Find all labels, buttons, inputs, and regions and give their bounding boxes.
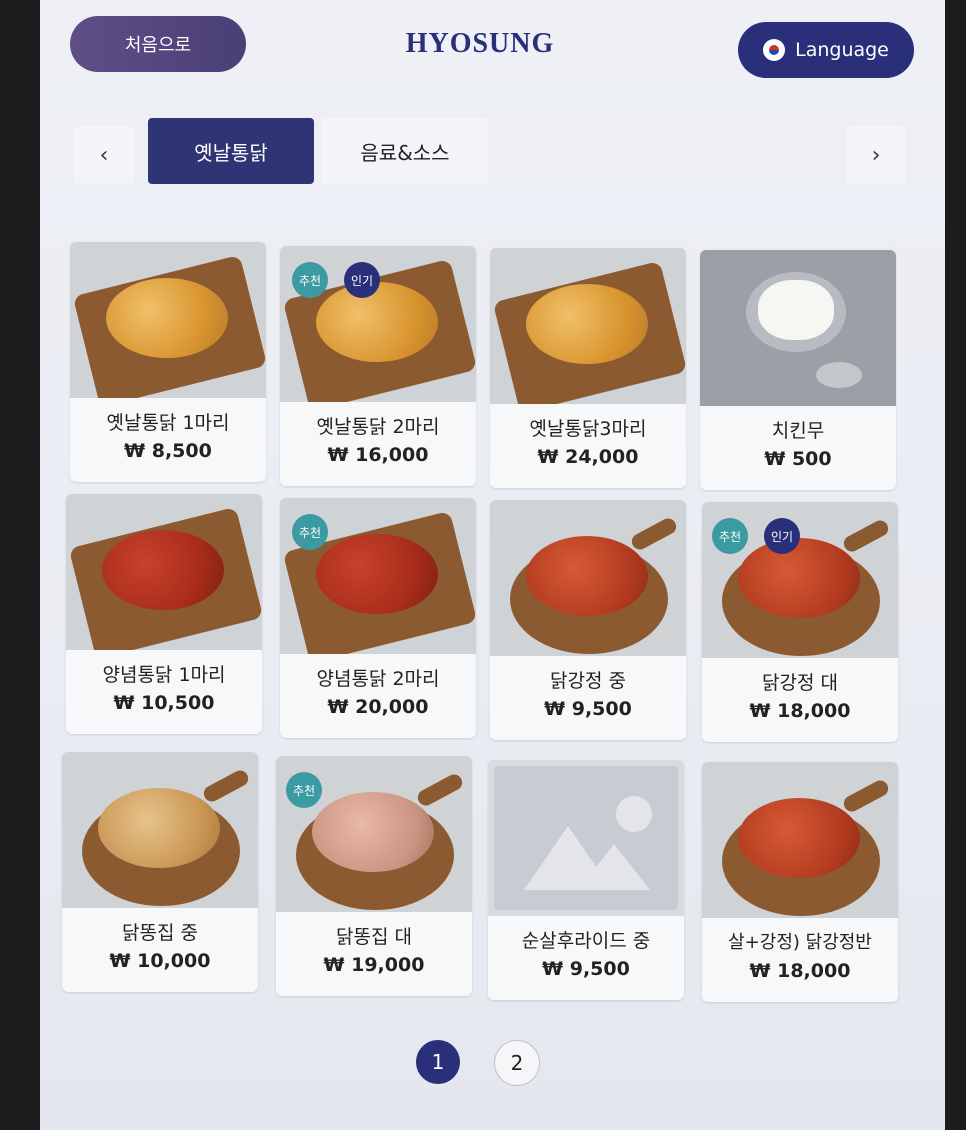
recommend-badge: 추천 [286,772,322,808]
menu-item-image: 추천 [280,498,476,654]
menu-item-name: 닭강정 중 [550,670,626,692]
menu-item-card[interactable]: 닭강정 중 ₩ 9,500 [490,500,686,740]
page-button-2[interactable]: 2 [494,1040,540,1086]
language-button[interactable]: Language [738,22,914,78]
recommend-badge: 추천 [292,262,328,298]
menu-item-name: 닭똥집 대 [336,926,412,948]
menu-item-card[interactable]: 닭똥집 중 ₩ 10,000 [62,752,258,992]
menu-item-name: 옛날통닭 2마리 [316,416,440,438]
menu-item-image [490,248,686,404]
menu-item-price: ₩ 18,000 [749,960,851,982]
menu-item-card[interactable]: 추천 닭똥집 대 ₩ 19,000 [276,756,472,996]
language-label: Language [795,39,889,61]
prev-category-arrow-icon[interactable]: ‹ [74,126,134,184]
menu-item-image: 추천 인기 [280,246,476,402]
menu-item-card[interactable]: 추천 양념통닭 2마리 ₩ 20,000 [280,498,476,738]
menu-item-name: 옛날통닭3마리 [529,418,647,440]
menu-item-card[interactable]: 순살후라이드 중 ₩ 9,500 [488,760,684,1000]
menu-item-card[interactable]: 추천 인기 닭강정 대 ₩ 18,000 [702,502,898,742]
menu-item-price: ₩ 10,000 [109,950,211,972]
menu-item-card[interactable]: 옛날통닭3마리 ₩ 24,000 [490,248,686,488]
menu-item-name: 살+강정) 닭강정반 [728,932,872,953]
menu-item-card[interactable]: 살+강정) 닭강정반 ₩ 18,000 [702,762,898,1002]
menu-item-price: ₩ 24,000 [537,446,639,468]
menu-item-name: 닭똥집 중 [122,922,198,944]
menu-item-card[interactable]: 추천 인기 옛날통닭 2마리 ₩ 16,000 [280,246,476,486]
menu-item-image-placeholder [488,760,684,916]
tab-old-style-chicken[interactable]: 옛날통닭 [148,118,314,184]
menu-item-image: 추천 [276,756,472,912]
menu-item-image: 추천 인기 [702,502,898,658]
menu-item-card[interactable]: 옛날통닭 1마리 ₩ 8,500 [70,242,266,482]
menu-item-image [62,752,258,908]
header: 처음으로 HYOSUNG Language [40,0,945,100]
home-button[interactable]: 처음으로 [70,16,246,72]
popular-badge: 인기 [344,262,380,298]
menu-item-image [490,500,686,656]
menu-item-image [66,494,262,650]
menu-item-price: ₩ 9,500 [542,958,630,980]
menu-item-image [702,762,898,918]
tab-drinks-sauce[interactable]: 음료&소스 [322,118,488,184]
menu-item-image [70,242,266,398]
menu-item-price: ₩ 8,500 [124,440,212,462]
menu-item-price: ₩ 18,000 [749,700,851,722]
image-placeholder-icon [494,766,678,910]
menu-item-name: 옛날통닭 1마리 [106,412,230,434]
menu-item-name: 순살후라이드 중 [521,930,651,952]
korea-flag-icon [763,39,786,61]
menu-item-name: 양념통닭 2마리 [316,668,440,690]
menu-item-name: 양념통닭 1마리 [102,664,226,686]
menu-item-price: ₩ 9,500 [544,698,632,720]
menu-item-price: ₩ 19,000 [323,954,425,976]
kiosk-screen: 처음으로 HYOSUNG Language ‹ 옛날통닭 음료&소스 › 옛날통… [40,0,945,1130]
category-tabs: ‹ 옛날통닭 음료&소스 › [74,114,908,192]
menu-item-card[interactable]: 치킨무 ₩ 500 [700,250,896,490]
menu-item-card[interactable]: 양념통닭 1마리 ₩ 10,500 [66,494,262,734]
brand-logo: HYOSUNG [405,28,555,59]
menu-item-price: ₩ 10,500 [113,692,215,714]
next-category-arrow-icon[interactable]: › [846,126,906,184]
menu-item-price: ₩ 16,000 [327,444,429,466]
menu-item-price: ₩ 500 [764,448,832,470]
page-button-1[interactable]: 1 [416,1040,460,1084]
popular-badge: 인기 [764,518,800,554]
recommend-badge: 추천 [292,514,328,550]
recommend-badge: 추천 [712,518,748,554]
menu-item-image [700,250,896,406]
menu-item-name: 치킨무 [771,420,825,442]
pagination: 1 2 [416,1040,546,1086]
menu-item-name: 닭강정 대 [762,672,838,694]
menu-item-price: ₩ 20,000 [327,696,429,718]
